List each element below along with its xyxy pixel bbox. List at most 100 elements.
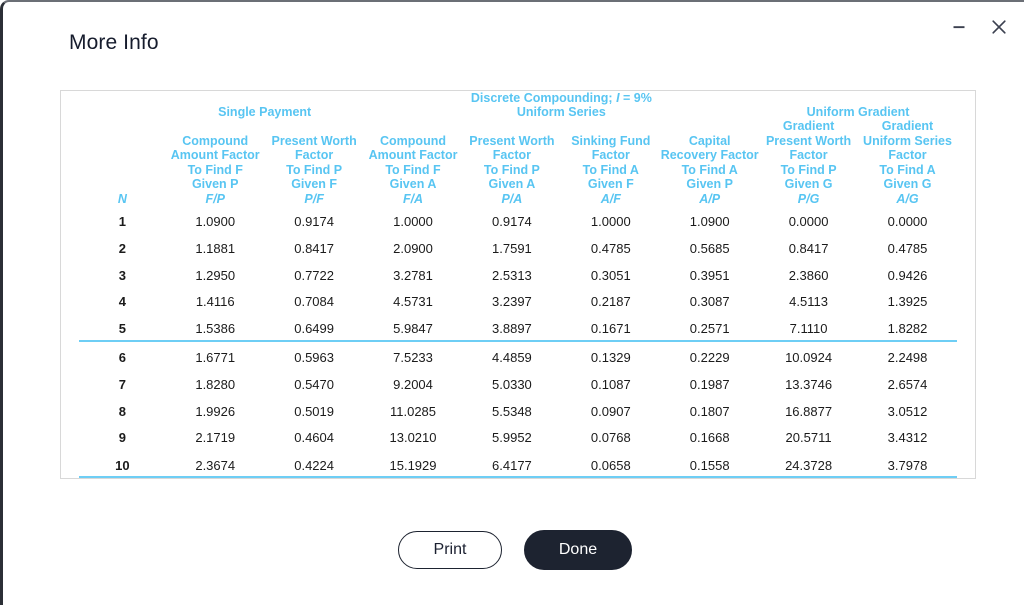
cell-p-f: 0.7084 (294, 294, 334, 310)
column-header-n: N (79, 163, 166, 207)
cell-a-f: 0.1329 (561, 339, 661, 369)
cell-f-p: 1.1881 (195, 240, 236, 256)
to-find-fp: To Find F (187, 162, 243, 177)
group-uniform-series: Uniform Series (516, 105, 606, 119)
table-row: 4 1.4116 0.7084 4.5731 3.2397 0.2187 0.3087 4.5… (79, 286, 957, 313)
table-row: 6 1.6771 0.5963 7.5233 4.4859 0.1329 0.2229 10.… (79, 339, 957, 369)
minimize-button[interactable] (948, 16, 970, 38)
cell-p-f: 0.9174 (294, 214, 334, 230)
close-icon (992, 20, 1006, 34)
cell-f-a: 2.0900 (393, 240, 433, 256)
cell-p-f: 0.6499 (294, 321, 334, 337)
table-row: 9 2.1719 0.4604 13.0210 5.9952 0.0768 0.1668 20… (79, 422, 957, 449)
to-find-pa: To Find P (483, 162, 540, 177)
cell-a-f: 0.1671 (590, 321, 631, 337)
given-pa: Given A (488, 177, 536, 191)
cell-n: 5 (118, 321, 126, 337)
cell-p-g: 20.5711 (785, 430, 832, 446)
cell-p-a: 3.2397 (492, 294, 532, 310)
cell-p-f: 0.5019 (294, 403, 334, 419)
cell-a-f: 0.2187 (590, 294, 631, 310)
column-header-n-blank (79, 119, 166, 163)
table-row: 7 1.8280 0.5470 9.2004 5.0330 0.1087 0.1987 13.… (79, 369, 957, 396)
cell-p-a: 0.9174 (492, 214, 532, 230)
cell-a-g: 2.2498 (858, 339, 957, 369)
cell-p-a: 5.9952 (492, 430, 532, 446)
cell-a-p: 0.5685 (689, 240, 730, 256)
cell-a-p: 0.1987 (689, 376, 730, 392)
group-uniform-gradient: Uniform Gradient (806, 105, 910, 119)
cell-a-f: 0.1087 (590, 376, 631, 392)
more-info-dialog: More Info Discrete Compounding; I = 9% S… (0, 0, 1024, 605)
print-button[interactable]: Print (398, 531, 502, 569)
cell-n: 7 (118, 376, 126, 392)
cell-n: 6 (79, 339, 166, 369)
cell-a-f: 0.0658 (561, 448, 661, 479)
cell-p-g: 16.8877 (785, 403, 833, 419)
cell-p-g: 0.0000 (788, 214, 829, 230)
table-row: 8 1.9926 0.5019 11.0285 5.5348 0.0907 0.1807 16… (79, 395, 957, 422)
cell-n: 2 (118, 240, 126, 256)
cell-p-g: 7.1110 (789, 321, 828, 337)
cell-f-p: 1.6771 (165, 339, 265, 369)
cell-p-f: 0.4604 (294, 430, 334, 446)
cell-p-g: 2.3860 (788, 267, 829, 283)
cell-p-f: 0.4224 (264, 448, 364, 479)
cell-f-p: 1.9926 (195, 403, 236, 419)
page-title: More Info (69, 31, 159, 54)
column-header-name-fp: Compound Amount Factor (170, 133, 260, 163)
column-header-symbol-fp: To Find F Given P F/P (166, 163, 265, 207)
symbol-pf: P/F (304, 191, 324, 206)
interest-factor-table: Discrete Compounding; I = 9% Single Paym… (79, 91, 957, 479)
cell-a-g: 1.3925 (887, 294, 928, 310)
cell-f-a: 5.9847 (393, 321, 433, 337)
close-button[interactable] (988, 16, 1010, 38)
column-header-name-pa: Present Worth Factor (469, 133, 555, 163)
to-find-af: To Find A (582, 162, 639, 177)
cell-p-g: 24.3728 (759, 448, 859, 479)
table-row: 2 1.1881 0.8417 2.0900 1.7591 0.4785 0.5685 0.8… (79, 233, 957, 260)
cell-a-p: 0.3951 (689, 267, 730, 283)
column-header-name-af: Sinking Fund Factor (571, 133, 651, 163)
cell-f-a: 11.0285 (389, 403, 437, 419)
symbol-fa: F/A (402, 191, 424, 206)
minimize-icon (953, 26, 965, 29)
table-group-row: Single Payment Uniform Series Uniform Gr… (79, 105, 957, 119)
cell-f-p: 2.3674 (165, 448, 265, 479)
symbol-af: A/F (600, 191, 621, 206)
cell-p-a: 2.5313 (492, 267, 532, 283)
cell-p-g: 13.3746 (785, 376, 833, 392)
given-pf: Given F (291, 177, 338, 191)
cell-p-g: 10.0924 (759, 339, 859, 369)
cell-f-a: 13.0210 (389, 430, 437, 446)
cell-f-a: 15.1929 (363, 448, 463, 479)
cell-p-a: 6.4177 (462, 448, 562, 479)
caption-suffix: = 9% (619, 91, 652, 105)
cell-a-f: 0.4785 (590, 240, 631, 256)
cell-a-p: 0.2229 (660, 339, 760, 369)
to-find-pf: To Find P (286, 162, 343, 177)
cell-f-a: 1.0000 (393, 214, 433, 230)
given-af: Given F (587, 177, 634, 191)
given-ap: Given P (686, 177, 733, 191)
cell-a-g: 3.7978 (858, 448, 957, 479)
table-caption: Discrete Compounding; I = 9% (166, 91, 957, 105)
cell-f-a: 4.5731 (393, 294, 433, 310)
cell-n: 9 (118, 430, 126, 446)
symbol-pa: P/A (501, 191, 523, 206)
done-button[interactable]: Done (524, 530, 632, 570)
cell-p-f: 0.8417 (294, 240, 334, 256)
dialog-footer: Print Done (3, 530, 1024, 570)
cell-a-p: 0.1668 (689, 430, 730, 446)
column-header-name-pg: Gradient Present Worth Factor (765, 119, 852, 162)
cell-a-p: 1.0900 (689, 214, 730, 230)
cell-a-f: 1.0000 (590, 214, 631, 230)
cell-p-a: 4.4859 (462, 339, 562, 369)
column-header-symbol-pa: To Find P Given A P/A (462, 163, 561, 207)
cell-n: 3 (118, 267, 126, 283)
cell-f-p: 1.5386 (195, 321, 236, 337)
column-header-symbol-fa: To Find F Given A F/A (364, 163, 463, 207)
cell-f-p: 1.4116 (195, 294, 235, 310)
given-ag: Given G (883, 177, 932, 191)
column-header-name-pf: Present Worth Factor (271, 133, 357, 163)
